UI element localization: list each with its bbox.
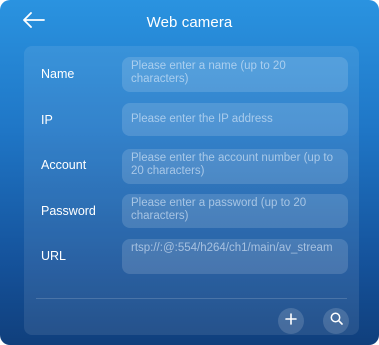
add-button[interactable] [278,308,304,334]
account-placeholder: Please enter the account number (up to 2… [131,152,334,177]
account-label: Account [41,158,87,172]
ip-field[interactable]: Please enter the IP address [122,103,348,136]
page-title: Web camera [146,14,233,31]
password-placeholder: Please enter a password (up to 20 charac… [131,197,307,222]
url-label: URL [41,249,67,263]
ip-placeholder: Please enter the IP address [131,113,273,125]
name-placeholder: Please enter a name (up to 20 characters… [131,60,286,85]
divider [36,298,347,299]
name-label: Name [41,67,75,81]
camera-form-panel: Name Please enter a name (up to 20 chara… [24,46,359,335]
account-field[interactable]: Please enter the account number (up to 2… [122,149,348,184]
password-label: Password [41,204,96,218]
plus-icon [285,312,297,330]
url-placeholder: rtsp://:@:554/h264/ch1/main/av_stream [131,242,333,254]
web-camera-screen: Web camera Name Please enter a name (up … [0,0,379,345]
name-field[interactable]: Please enter a name (up to 20 characters… [122,57,348,92]
search-icon [330,312,343,330]
header: Web camera [0,0,379,44]
password-field[interactable]: Please enter a password (up to 20 charac… [122,194,348,228]
ip-label: IP [41,113,53,127]
search-button[interactable] [323,308,349,334]
url-field[interactable]: rtsp://:@:554/h264/ch1/main/av_stream [122,239,348,274]
